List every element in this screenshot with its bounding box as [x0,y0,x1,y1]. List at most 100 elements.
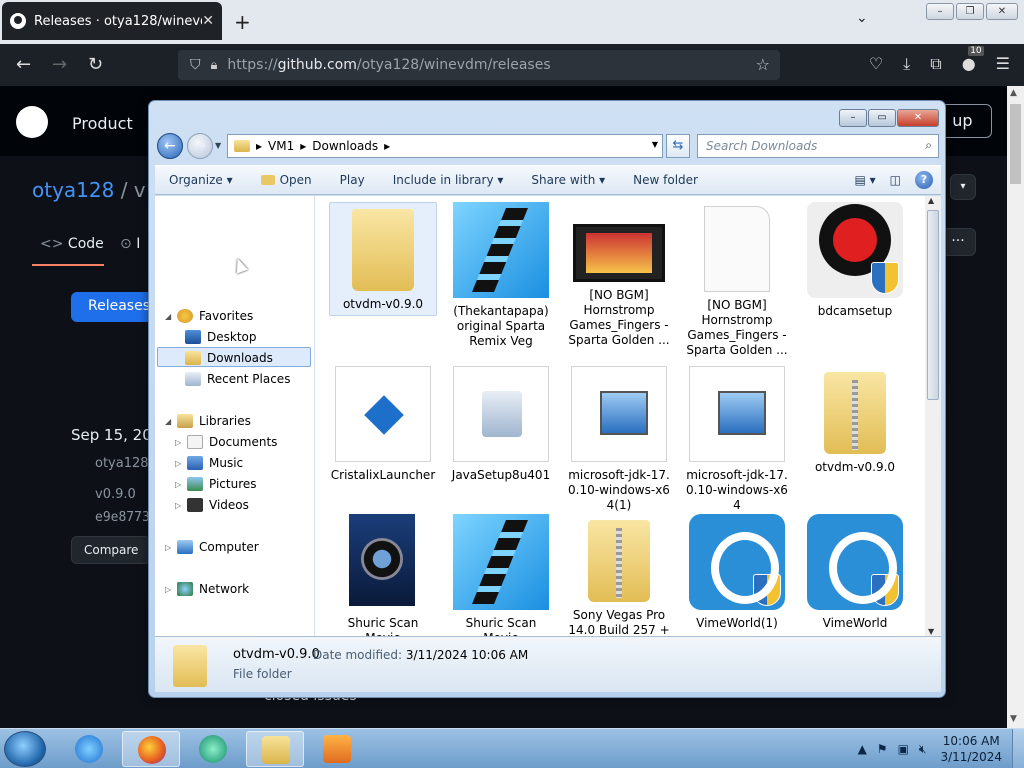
list-tabs-chevron-icon[interactable]: ⌄ [856,10,868,26]
file-item-no-bgm-video[interactable]: [NO BGM] Hornstromp Games_Fingers - Spar… [565,202,673,348]
preview-pane-icon[interactable]: ◫ [890,173,901,187]
ublock-icon[interactable]: ● 10 [962,46,984,74]
new-tab-button[interactable]: + [234,10,251,34]
recent-pages-chevron-icon[interactable]: ▼ [215,141,221,150]
include-in-library-button[interactable]: Include in library ▾ [379,173,518,187]
restore-button[interactable]: ❐ [956,3,984,20]
file-item-shuric-scan-sony[interactable]: Shuric Scan Movie [329,514,437,636]
lock-icon[interactable]: 🔒︎ [211,58,218,73]
github-logo-icon[interactable] [16,106,48,138]
file-item-cristalix[interactable]: CristalixLauncher [329,366,437,483]
search-input[interactable]: Search Downloads ⌕ [697,134,939,158]
change-view-icon[interactable]: ▤ ▾ [854,173,875,187]
release-commit[interactable]: e9e8773 [95,510,150,525]
volume-muted-icon[interactable]: 🔇︎ [919,742,927,757]
release-author[interactable]: otya128 [95,456,149,471]
expand-arrow-icon[interactable]: ▷ [175,438,185,447]
file-list-scrollbar[interactable]: ▲ ▼ [925,196,941,636]
show-hidden-icons-icon[interactable]: ▲ [858,742,867,756]
downloads-icon[interactable]: ⤓ [903,54,910,74]
organize-button[interactable]: Organize ▾ [155,173,247,187]
nav-libraries[interactable]: ◢ Libraries [165,411,251,431]
taskbar-explorer[interactable] [246,731,304,767]
browser-tab-releases[interactable]: Releases · otya128/winevdm ✕ [2,2,222,40]
breadcrumb-downloads[interactable]: Downloads [312,139,378,153]
play-button[interactable]: Play [326,173,379,187]
url-bar[interactable]: ⛉ 🔒︎ https://github.com/otya128/winevdm/… [178,50,780,80]
address-bar[interactable]: ▸ VM1 ▸ Downloads ▸ ▼ [227,134,663,158]
shield-icon[interactable]: ⛉ [190,57,201,73]
share-with-button[interactable]: Share with ▾ [517,173,619,187]
breadcrumb-separator-icon[interactable]: ▸ [256,139,262,153]
nav-pictures[interactable]: ▷ Pictures [175,474,257,494]
address-dropdown-icon[interactable]: ▼ [652,140,658,149]
collapse-arrow-icon[interactable]: ◢ [165,417,175,426]
file-item-sony-vegas-pro[interactable]: Sony Vegas Pro 14.0 Build 257 + [565,514,673,636]
dropdown-chevron-icon[interactable]: ▾ [950,174,976,200]
nav-downloads[interactable]: Downloads [185,348,273,368]
release-tag[interactable]: v0.9.0 [95,487,136,502]
tab-code[interactable]: <> Code [40,236,104,252]
clock[interactable]: 10:06 AM 3/11/2024 [940,733,1002,765]
expand-arrow-icon[interactable]: ▷ [175,480,185,489]
file-item-vimeworld-1[interactable]: VimeWorld(1) [683,514,791,631]
new-folder-button[interactable]: New folder [619,173,712,187]
file-item-vimeworld[interactable]: VimeWorld [801,514,909,631]
reload-icon[interactable]: ↻ [88,54,103,75]
start-button[interactable] [4,731,46,767]
scroll-up-arrow-icon[interactable]: ▲ [928,196,934,205]
expand-arrow-icon[interactable]: ▷ [175,501,185,510]
nav-computer[interactable]: ▷ Computer [165,537,259,557]
refresh-icon[interactable]: ⇆ [666,134,690,158]
nav-music[interactable]: ▷ Music [175,453,243,473]
file-item-javasetup[interactable]: JavaSetup8u401 [447,366,555,483]
nav-favorites[interactable]: ◢ Favorites [165,306,253,326]
tab-issues[interactable]: ⊙ I [120,236,140,252]
taskbar-internet-explorer[interactable] [60,731,118,767]
breadcrumb-vm1[interactable]: VM1 [268,139,294,153]
back-arrow-icon[interactable]: ← [16,54,31,75]
file-item-bdcamsetup[interactable]: bdcamsetup [801,202,909,319]
show-desktop-button[interactable] [1012,729,1024,768]
file-item-otvdm-zip[interactable]: otvdm-v0.9.0 [801,366,909,475]
releases-button[interactable]: Releases [71,292,153,322]
pocket-icon[interactable]: ♡ [869,54,883,74]
search-icon[interactable]: ⌕ [925,138,932,153]
breadcrumb-separator-icon[interactable]: ▸ [384,139,390,153]
file-item-otvdm-folder[interactable]: otvdm-v0.9.0 [329,202,437,316]
page-scroll-thumb[interactable] [1010,104,1021,184]
back-button[interactable]: ← [157,133,183,159]
explorer-minimize-button[interactable]: – [839,109,867,127]
compare-button[interactable]: Compare [71,536,151,564]
help-icon[interactable]: ? [915,171,933,189]
explorer-close-button[interactable]: ✕ [897,109,939,127]
taskbar-app[interactable] [184,731,242,767]
file-item-jdk[interactable]: microsoft-jdk-17.0.10-windows-x64 [683,366,791,513]
extensions-icon[interactable]: ⧉ [930,54,941,74]
product-menu[interactable]: Product [72,114,133,133]
open-button[interactable]: Open [247,173,326,187]
nav-desktop[interactable]: Desktop [185,327,257,347]
forward-arrow-icon[interactable]: → [52,54,67,75]
scroll-down-arrow-icon[interactable]: ▼ [928,627,934,636]
taskbar-media-player[interactable] [308,731,366,767]
bookmark-star-icon[interactable]: ☆ [756,55,770,74]
breadcrumb-separator-icon[interactable]: ▸ [300,139,306,153]
file-item-no-bgm-file[interactable]: [NO BGM] Hornstromp Games_Fingers - Spar… [683,202,791,358]
nav-network[interactable]: ▷ Network [165,579,249,599]
action-center-flag-icon[interactable]: ⚑ [877,742,888,756]
forward-button[interactable]: → [187,133,213,159]
repo-title[interactable]: otya128 / v [32,178,146,202]
minimize-button[interactable]: – [926,3,954,20]
taskbar-firefox[interactable] [122,731,180,767]
file-item-sparta-remix[interactable]: (Thekantapapa) original Sparta Remix Veg [447,202,555,349]
scroll-down-arrow-icon[interactable]: ▼ [1010,714,1017,724]
expand-arrow-icon[interactable]: ▷ [165,543,175,552]
close-window-button[interactable]: ✕ [986,3,1018,20]
file-list-scroll-thumb[interactable] [927,210,939,400]
file-item-jdk-1[interactable]: microsoft-jdk-17.0.10-windows-x64(1) [565,366,673,513]
expand-arrow-icon[interactable]: ▷ [175,459,185,468]
page-scrollbar[interactable]: ▲ ▼ [1007,86,1024,728]
collapse-arrow-icon[interactable]: ◢ [165,312,175,321]
explorer-maximize-button[interactable]: ▭ [868,109,896,127]
